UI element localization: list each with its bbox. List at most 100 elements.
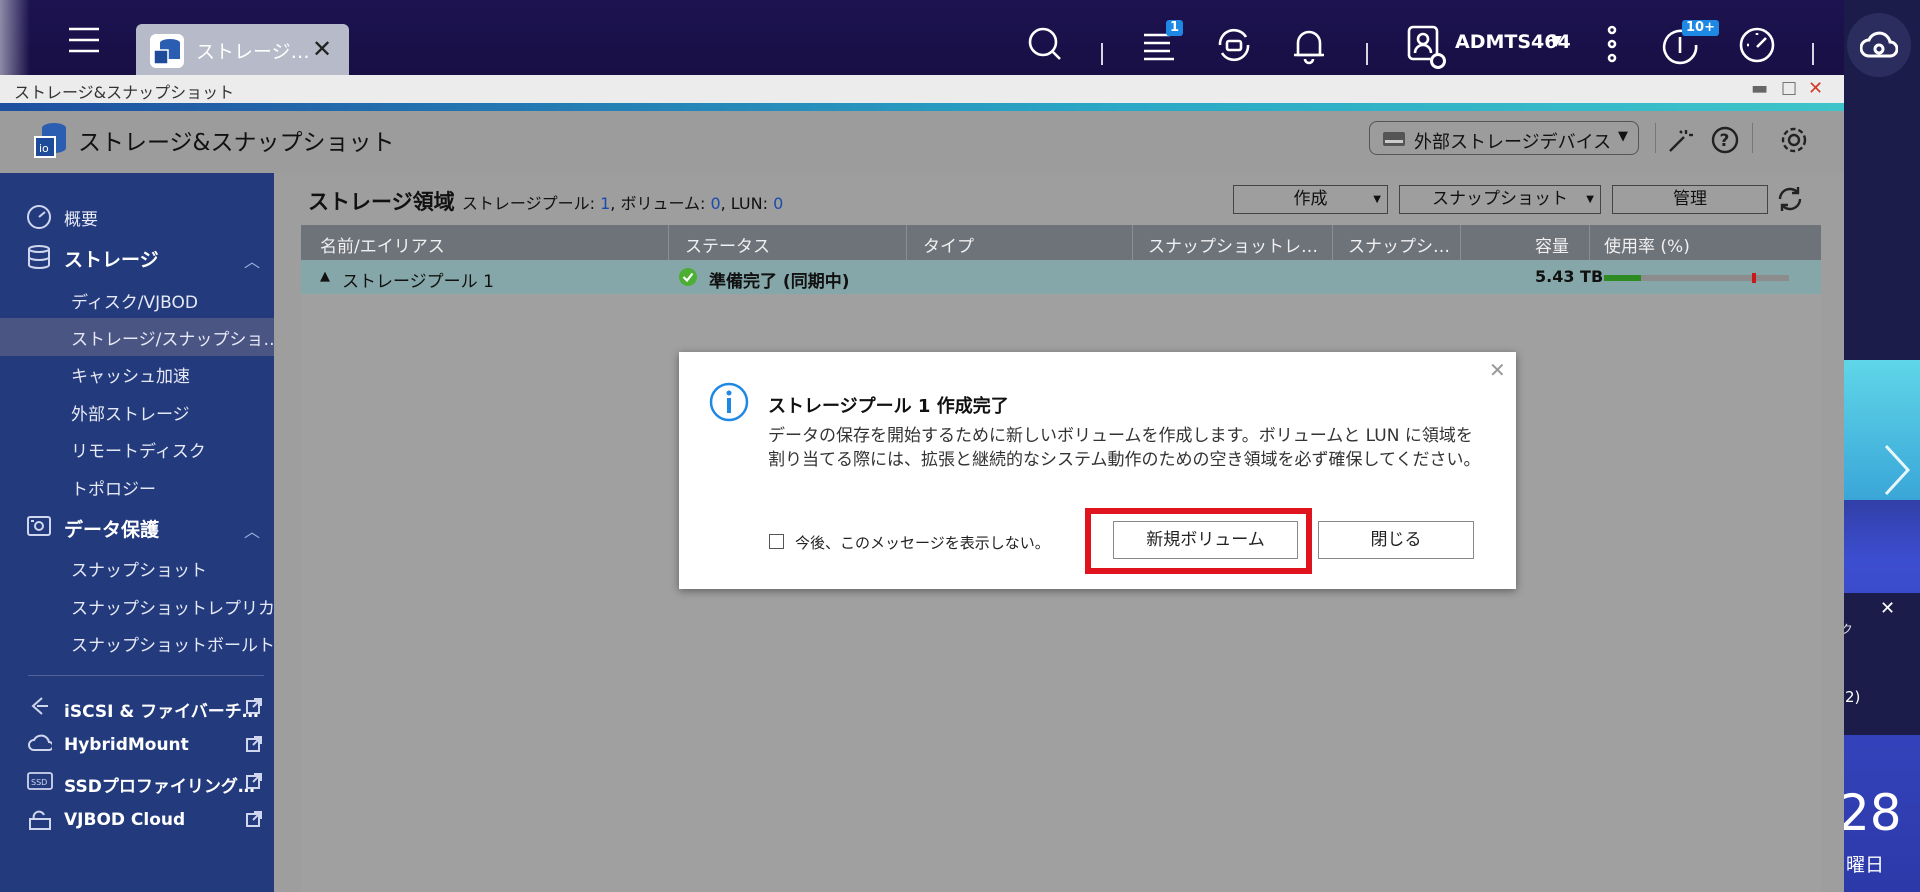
dont-show-again-label[interactable]: 今後、このメッセージを表示しない。	[795, 532, 1050, 553]
bell-icon[interactable]	[1290, 25, 1328, 65]
sidebar-link-iscsi[interactable]: iSCSI & ファイバーチ…	[64, 697, 259, 722]
close-icon[interactable]: ✕	[1808, 78, 1823, 99]
close-icon[interactable]: ✕	[1489, 358, 1506, 382]
window-title-bar[interactable]: ストレージ&スナップショット ▬ □ ✕	[0, 75, 1844, 103]
accent-bar	[0, 103, 1844, 111]
svg-text:io: io	[39, 142, 49, 155]
lun-label: , LUN:	[720, 194, 774, 213]
minimize-icon[interactable]: ▬	[1751, 78, 1768, 99]
app-title: ストレージ&スナップショット	[78, 130, 395, 156]
dashboard-icon[interactable]	[1737, 25, 1777, 65]
separator	[1752, 123, 1753, 153]
create-dropdown[interactable]: 作成 ▼	[1233, 185, 1388, 214]
hybridmount-icon	[28, 733, 54, 757]
dialog-title: ストレージプール 1 作成完了	[768, 396, 1009, 417]
sidebar-item-external-storage[interactable]: 外部ストレージ	[71, 400, 190, 425]
external-link-icon[interactable]	[245, 697, 263, 719]
chevron-up-icon[interactable]: ︿	[244, 518, 260, 542]
maximize-icon[interactable]: □	[1781, 78, 1797, 98]
sidebar-item-overview[interactable]: 概要	[64, 205, 98, 230]
separator	[1101, 43, 1103, 65]
column-header-capacity[interactable]: 容量	[1535, 232, 1569, 257]
ssd-icon: SSD	[27, 771, 53, 795]
sidebar-item-snapshot-replica[interactable]: スナップショットレプリカ	[71, 594, 275, 619]
search-icon[interactable]	[1026, 25, 1064, 63]
column-header-usage[interactable]: 使用率 (%)	[1604, 232, 1690, 257]
raid-icon	[1382, 130, 1406, 152]
column-header-type[interactable]: タイプ	[923, 232, 974, 257]
sidebar-item-snapshot-vault[interactable]: スナップショットボールト	[71, 631, 275, 656]
tasks-badge: 1	[1166, 20, 1184, 36]
manage-button[interactable]: 管理	[1612, 185, 1768, 214]
sidebar-link-hybridmount[interactable]: HybridMount	[64, 735, 189, 755]
lun-count: 0	[773, 194, 784, 213]
chevron-up-icon[interactable]: ▲	[320, 269, 330, 284]
storage-app-icon: io	[32, 121, 70, 165]
svg-text:?: ?	[1720, 131, 1730, 151]
sidebar-item-disk-vjbod[interactable]: ディスク/VJBOD	[71, 288, 198, 313]
separator	[1366, 43, 1368, 65]
user-icon[interactable]	[1405, 24, 1449, 72]
iscsi-icon	[28, 695, 50, 721]
column-header-snapshot-replica[interactable]: スナップショットレ…	[1148, 232, 1318, 257]
external-link-icon[interactable]	[245, 810, 263, 832]
svg-text:SSD: SSD	[31, 778, 47, 787]
sidebar-link-ssd-profiling[interactable]: SSDプロファイリング…	[64, 772, 255, 797]
table-header: 名前/エイリアス ステータス タイプ スナップショットレ… スナップシ… 容量 …	[301, 225, 1821, 260]
sidebar-item-remote-disk[interactable]: リモートディスク	[71, 437, 206, 462]
window-title: ストレージ&スナップショット	[14, 83, 235, 102]
volume-label: , ボリューム:	[610, 194, 711, 213]
sidebar-item-storage-snapshot[interactable]: ストレージ/スナップショ…	[71, 325, 280, 350]
sidebar-item-topology[interactable]: トポロジー	[71, 475, 156, 500]
page-title-text: ストレージ領域	[308, 190, 455, 214]
sidebar-item-cache[interactable]: キャッシュ加速	[71, 362, 190, 387]
chevron-down-icon: ▼	[1586, 194, 1594, 205]
gauge-icon	[26, 204, 52, 234]
app-tab-storage[interactable]: ストレージ… ✕	[136, 24, 349, 75]
storage-app-icon	[148, 32, 186, 70]
clock-date: 28	[1838, 784, 1902, 842]
dont-show-again-checkbox[interactable]	[769, 534, 784, 549]
help-icon[interactable]: ?	[1711, 126, 1739, 158]
more-icon[interactable]	[1600, 24, 1624, 64]
gear-icon[interactable]	[1779, 125, 1809, 159]
sidebar-item-snapshot[interactable]: スナップショット	[71, 556, 207, 581]
column-header-name[interactable]: 名前/エイリアス	[320, 232, 445, 257]
sidebar-link-vjbod-cloud[interactable]: VJBOD Cloud	[64, 810, 185, 830]
sync-icon[interactable]	[1214, 25, 1254, 65]
external-link-icon[interactable]	[245, 735, 263, 757]
table-row[interactable]: ▲ ストレージプール 1 準備完了 (同期中) 5.43 TB	[301, 260, 1821, 294]
info-icon	[709, 382, 749, 426]
close-button[interactable]: 閉じる	[1318, 521, 1474, 559]
column-separator	[1589, 225, 1590, 260]
chevron-up-icon[interactable]: ︿	[244, 248, 260, 272]
column-separator	[906, 225, 907, 260]
close-icon[interactable]: ✕	[312, 35, 332, 63]
chevron-down-icon: ▼	[1618, 129, 1628, 144]
wand-icon[interactable]	[1666, 127, 1694, 159]
sidebar-section-data-protection[interactable]: データ保護	[64, 515, 159, 542]
cloud-icon[interactable]	[1847, 13, 1911, 77]
check-icon	[679, 268, 697, 290]
column-header-status[interactable]: ステータス	[685, 232, 770, 257]
refresh-icon[interactable]	[1776, 185, 1804, 217]
highlight-box	[1085, 508, 1312, 574]
external-storage-device-dropdown[interactable]: 外部ストレージデバイス ▼	[1369, 121, 1639, 155]
column-separator	[1460, 225, 1461, 260]
sidebar-section-storage[interactable]: ストレージ	[64, 245, 159, 272]
row-name: ストレージプール 1	[342, 272, 494, 292]
volume-count: 0	[710, 194, 721, 213]
manage-label: 管理	[1673, 189, 1707, 209]
column-header-snapshot[interactable]: スナップシ…	[1348, 232, 1450, 257]
separator	[1812, 43, 1814, 65]
usage-bar-fill	[1604, 275, 1641, 281]
chevron-down-icon[interactable]: ▼	[1551, 33, 1562, 49]
chevron-right-icon[interactable]	[1880, 440, 1914, 504]
page-title: ストレージ領域 ストレージプール: 1, ボリューム: 0, LUN: 0	[308, 186, 783, 216]
menu-icon[interactable]	[66, 20, 102, 60]
snapshot-dropdown[interactable]: スナップショット ▼	[1399, 185, 1601, 214]
row-status: 準備完了 (同期中)	[709, 272, 850, 292]
database-icon	[26, 244, 52, 274]
close-icon[interactable]: ✕	[1880, 598, 1895, 619]
external-link-icon[interactable]	[245, 772, 263, 794]
